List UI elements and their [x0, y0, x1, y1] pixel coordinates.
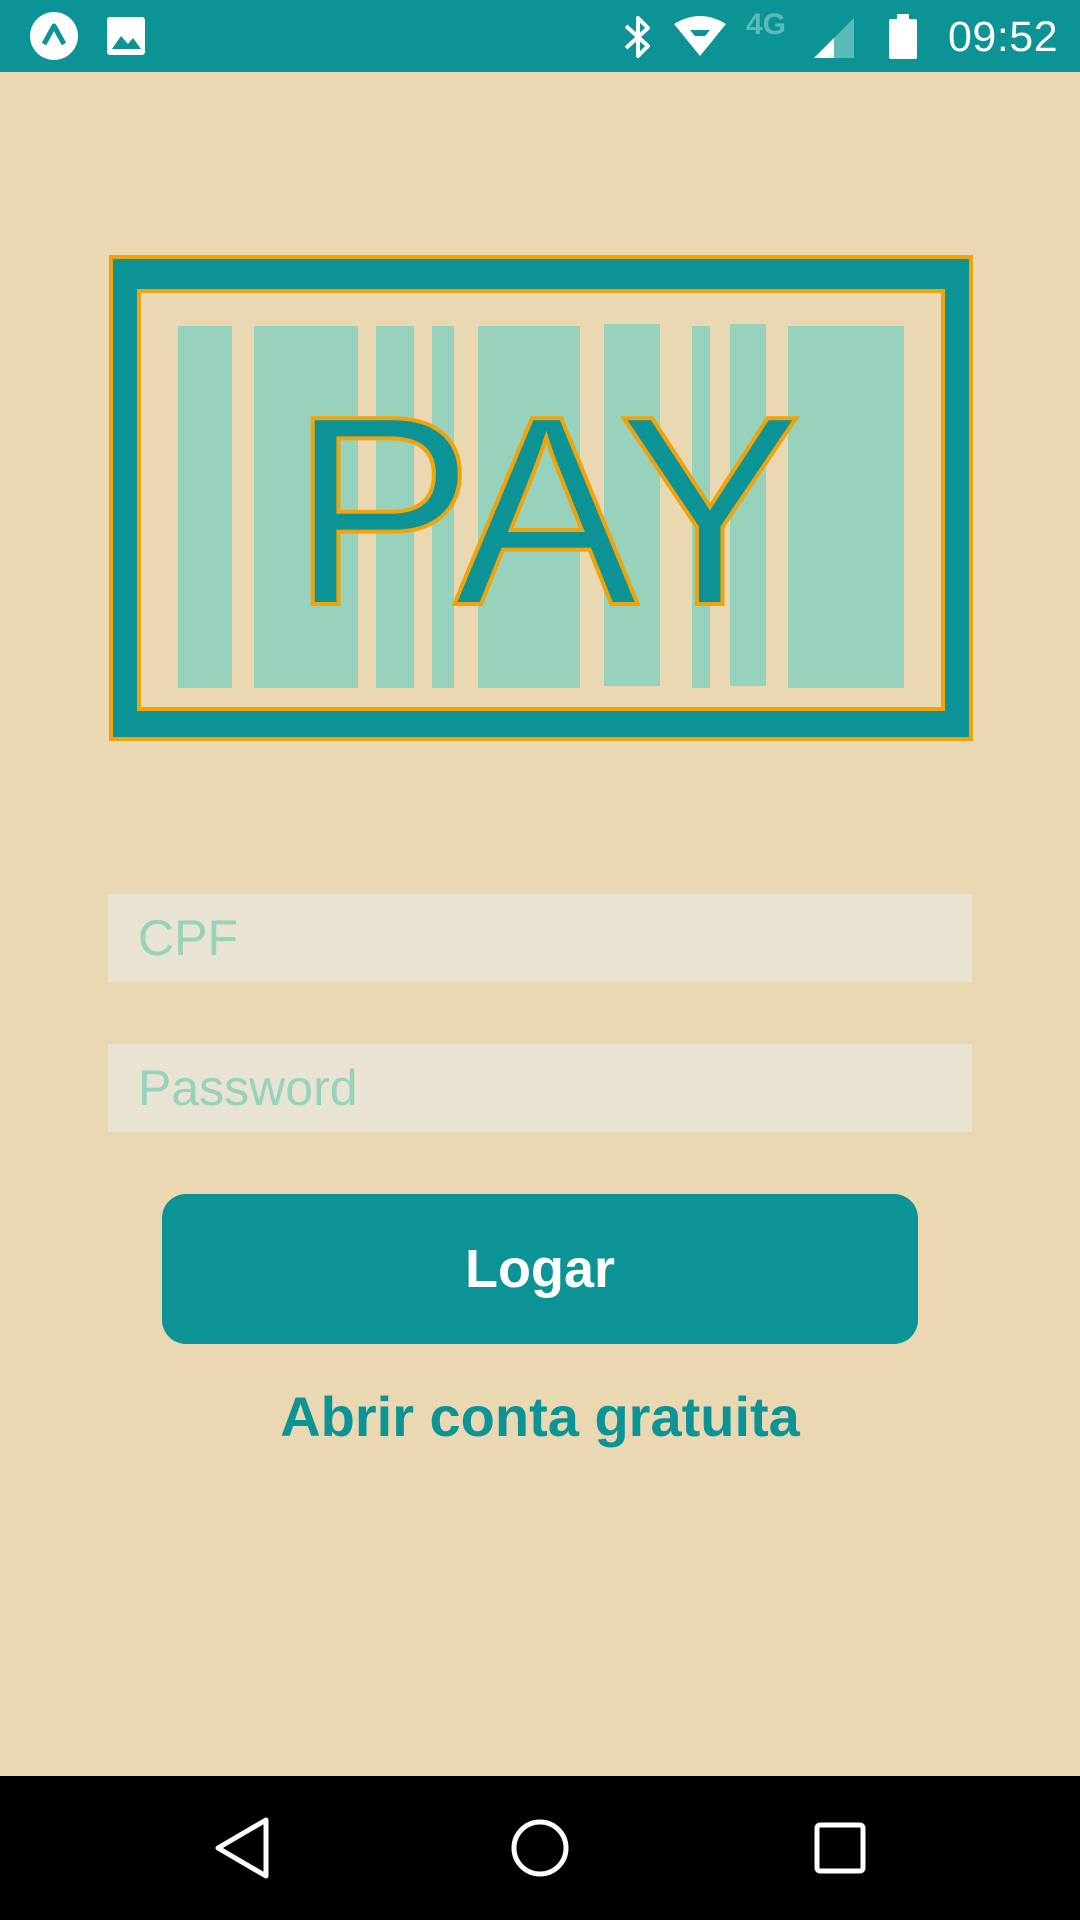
status-time: 09:52 [948, 13, 1059, 61]
password-input[interactable] [108, 1044, 972, 1132]
login-button[interactable]: Logar [162, 1194, 918, 1344]
status-bar: 4G 09:52 [0, 0, 1080, 72]
gallery-icon [107, 17, 145, 55]
bluetooth-icon [624, 16, 650, 58]
battery-icon [889, 14, 917, 59]
wifi-icon [674, 16, 726, 56]
network-type-label: 4G [746, 8, 787, 41]
signal-icon [814, 18, 854, 58]
recents-icon[interactable] [814, 1822, 866, 1874]
open-account-link[interactable]: Abrir conta gratuita [0, 1384, 1080, 1449]
pay-logo: PAY [109, 255, 973, 741]
home-icon[interactable] [510, 1818, 570, 1878]
app-icon [30, 12, 78, 60]
logo-text: PAY [290, 361, 802, 662]
cpf-input[interactable] [108, 894, 972, 982]
back-icon[interactable] [212, 1816, 272, 1880]
navigation-bar [0, 1776, 1080, 1920]
